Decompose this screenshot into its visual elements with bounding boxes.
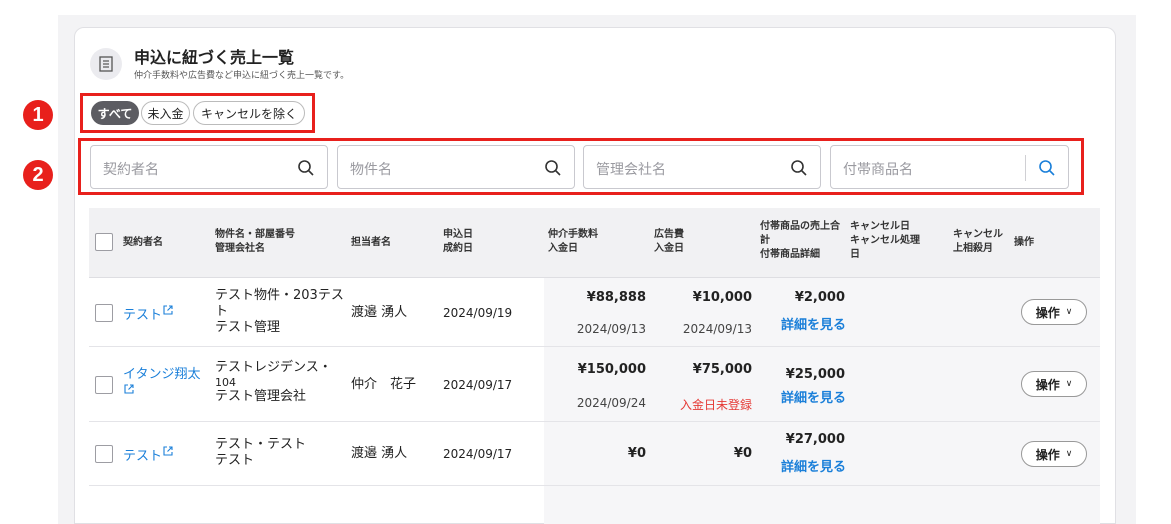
page-title: 申込に紐づく売上一覧 (134, 48, 295, 67)
chevron-down-icon: ∨ (1065, 307, 1073, 317)
header-ad: 広告費 入金日 (654, 229, 684, 254)
detail-link[interactable]: 詳細を見る (781, 387, 846, 406)
property-cell: テスト・テスト テスト (215, 437, 307, 468)
annotation-marker-1: 1 (23, 100, 53, 130)
external-link-icon (163, 446, 173, 456)
search-icon[interactable] (790, 159, 808, 177)
search-icon[interactable] (1038, 159, 1056, 177)
page-subtitle: 仲介手数料や広告費など申込に紐づく売上一覧です。 (134, 71, 350, 81)
filter-chip-all[interactable]: すべて (91, 101, 139, 125)
apply-date-cell: 2024/09/17 (443, 447, 513, 461)
table-row: テスト テスト物件・203テストテスト管理 渡邉 湧人 2024/09/19 ¥… (89, 278, 1100, 347)
staff-cell: 渡邉 湧人 (351, 305, 408, 320)
operation-button[interactable]: 操作 ∨ (1021, 371, 1087, 397)
goods-total: ¥2,000 (794, 290, 845, 305)
row-checkbox[interactable] (95, 445, 113, 463)
header-goods: 付帯商品の売上合計付帯商品詳細 (760, 221, 840, 260)
search-property-placeholder: 物件名 (350, 162, 392, 178)
header-contractor: 契約者名 (123, 237, 163, 248)
staff-cell: 仲介 花子 (351, 377, 417, 392)
fee-paid-date: 2024/09/24 (576, 396, 646, 410)
header-staff: 担当者名 (351, 237, 391, 248)
contractor-link[interactable]: テスト (123, 446, 173, 465)
row-checkbox[interactable] (95, 304, 113, 322)
search-property[interactable]: 物件名 (337, 145, 575, 189)
search-contractor-placeholder: 契約者名 (103, 162, 159, 178)
search-goods-placeholder: 付帯商品名 (843, 162, 913, 178)
operation-button[interactable]: 操作 ∨ (1021, 441, 1087, 467)
search-management-company-placeholder: 管理会社名 (596, 162, 666, 178)
apply-date-cell: 2024/09/17 (443, 378, 513, 392)
search-management-company[interactable]: 管理会社名 (583, 145, 821, 189)
search-divider (1025, 155, 1026, 181)
header-action: 操作 (1014, 237, 1034, 248)
ad-amount: ¥10,000 (692, 290, 752, 305)
chevron-down-icon: ∨ (1065, 379, 1073, 389)
fee-paid-date: 2024/09/13 (576, 322, 646, 336)
annotation-marker-2: 2 (23, 160, 53, 190)
fee-amount: ¥150,000 (577, 362, 646, 377)
external-link-icon (163, 305, 173, 315)
table-row: テスト テスト・テスト テスト 渡邉 湧人 2024/09/17 ¥0 ¥0 ¥2… (89, 422, 1100, 486)
select-all-checkbox[interactable] (95, 233, 113, 251)
search-goods[interactable]: 付帯商品名 (830, 145, 1069, 189)
table-row: イタンジ翔太 テストレジデンス・ 104 テスト管理会社 仲介 花子 2024/09… (89, 347, 1100, 422)
operation-button[interactable]: 操作 ∨ (1021, 299, 1087, 325)
external-link-icon (124, 384, 134, 394)
sales-table: 契約者名 物件名・部屋番号 管理会社名 担当者名 申込日 成約日 仲介手数料 入金日 … (89, 208, 1100, 524)
filter-chip-unpaid[interactable]: 未入金 (141, 101, 190, 125)
header-cancel-month: キャンセル 上相殺月 (953, 229, 1003, 254)
ad-unpaid-label: 入金日未登録 (679, 398, 752, 412)
contractor-link[interactable]: イタンジ翔太 (123, 367, 200, 399)
detail-link[interactable]: 詳細を見る (781, 314, 846, 333)
goods-total: ¥25,000 (785, 367, 845, 382)
property-cell: テスト物件・203テストテスト管理 (215, 288, 344, 335)
header-property: 物件名・部屋番号 管理会社名 (215, 229, 295, 254)
filter-chip-exclude-cancel[interactable]: キャンセルを除く (193, 101, 305, 125)
ad-paid-date: 2024/09/13 (682, 322, 752, 336)
chevron-down-icon: ∨ (1065, 449, 1073, 459)
apply-date-cell: 2024/09/19 (443, 306, 513, 320)
header-cancel: キャンセル日 キャンセル処理日 (850, 221, 920, 260)
search-icon[interactable] (297, 159, 315, 177)
header-fee: 仲介手数料 入金日 (548, 229, 598, 254)
table-header: 契約者名 物件名・部屋番号 管理会社名 担当者名 申込日 成約日 仲介手数料 入金日 … (89, 208, 1100, 278)
header-dates: 申込日 成約日 (443, 229, 473, 254)
staff-cell: 渡邉 湧人 (351, 446, 408, 461)
property-cell: テストレジデンス・ 104 テスト管理会社 (215, 360, 332, 404)
goods-total: ¥27,000 (785, 432, 845, 447)
detail-link[interactable]: 詳細を見る (781, 456, 846, 475)
search-contractor[interactable]: 契約者名 (90, 145, 328, 189)
contractor-link[interactable]: テスト (123, 305, 173, 324)
search-icon[interactable] (544, 159, 562, 177)
fee-amount: ¥88,888 (586, 290, 646, 305)
document-icon (90, 48, 122, 80)
ad-amount: ¥75,000 (692, 362, 752, 377)
fee-amount: ¥0 (627, 446, 646, 461)
row-checkbox[interactable] (95, 376, 113, 394)
ad-amount: ¥0 (733, 446, 752, 461)
